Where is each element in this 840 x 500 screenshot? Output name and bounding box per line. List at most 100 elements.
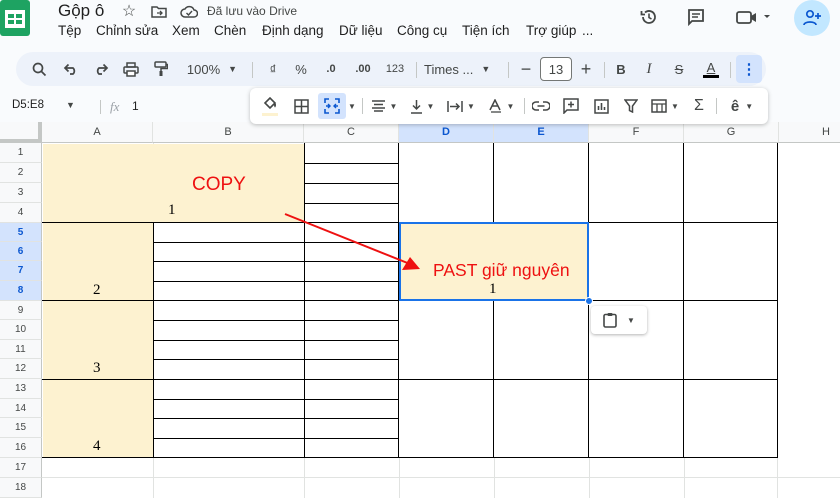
row-header-17[interactable]: 17 [0,458,42,478]
chevron-down-icon: ▼ [228,64,238,74]
undo-icon[interactable] [58,52,84,86]
menu-help[interactable]: Trợ giúp [526,23,576,38]
increase-decimal-button[interactable]: .00 [348,52,378,86]
fill-color-icon[interactable] [256,88,284,124]
chevron-down-icon[interactable]: ▼ [347,88,357,124]
menu-tools[interactable]: Công cụ [397,23,447,38]
row-header-3[interactable]: 3 [0,183,42,203]
borders-icon[interactable] [288,88,314,124]
row-header-13[interactable]: 13 [0,379,42,399]
spreadsheet-grid[interactable]: A B C D E F G H 1 2 3 4 5 6 7 8 9 10 11 … [0,122,840,500]
row-header-1[interactable]: 1 [0,143,42,163]
bold-button[interactable]: B [610,52,632,86]
row-header-6[interactable]: 6 [0,242,42,261]
row-header-8[interactable]: 8 [0,281,42,301]
text-rotation-icon[interactable]: ▼ [484,88,518,124]
formula-input[interactable]: 1 [132,99,139,113]
zoom-select[interactable]: 100% ▼ [180,52,244,86]
column-header-f[interactable]: F [589,122,684,143]
currency-format-button[interactable]: ₫ [262,52,284,86]
row-header-12[interactable]: 12 [0,359,42,379]
text-color-button[interactable]: A [698,52,724,86]
row-header-16[interactable]: 16 [0,438,42,458]
font-select[interactable]: Times ... ▼ [424,52,500,86]
vertical-align-icon[interactable]: ▼ [406,88,438,124]
menu-more[interactable]: ... [582,23,593,38]
cell-border [153,320,399,321]
font-name: Times ... [424,61,474,77]
cloud-saved-icon[interactable] [178,1,200,21]
history-icon[interactable] [636,4,662,30]
column-header-b[interactable]: B [153,122,304,143]
cell-border [153,399,399,400]
input-tools-icon[interactable]: ê ▼ [724,88,760,124]
paint-format-icon[interactable] [148,52,174,86]
menu-data[interactable]: Dữ liệu [339,23,383,38]
increase-font-size-button[interactable]: + [576,52,596,86]
print-icon[interactable] [118,52,144,86]
row-header-9[interactable]: 9 [0,301,42,320]
row-header-10[interactable]: 10 [0,320,42,340]
search-menus-icon[interactable] [26,52,52,86]
filter-views-icon[interactable]: ▼ [648,88,682,124]
sheets-logo-icon[interactable] [0,0,30,36]
row-header-18[interactable]: 18 [0,478,42,498]
redo-icon[interactable] [88,52,114,86]
insert-link-icon[interactable] [528,88,554,124]
insert-comment-icon[interactable] [558,88,584,124]
menu-edit[interactable]: Chỉnh sửa [96,23,158,38]
number-format-button[interactable]: 123 [382,52,408,86]
move-folder-icon[interactable] [148,1,170,21]
row-header-5[interactable]: 5 [0,223,42,242]
divider [362,98,363,114]
star-icon[interactable]: ☆ [118,1,140,21]
cell-border [683,143,684,458]
divider [604,62,605,78]
row-header-2[interactable]: 2 [0,163,42,183]
horizontal-align-icon[interactable]: ▼ [368,88,400,124]
insert-chart-icon[interactable] [588,88,614,124]
chevron-down-icon: ▼ [627,315,635,325]
comments-icon[interactable] [683,4,709,30]
share-add-person-icon[interactable] [794,0,830,36]
decrease-decimal-button[interactable]: .0 [318,52,344,86]
menu-format[interactable]: Định dạng [262,23,324,38]
cell-border [304,183,399,184]
filter-icon[interactable] [618,88,644,124]
strikethrough-button[interactable]: S [668,52,690,86]
row-header-15[interactable]: 15 [0,418,42,438]
row-header-7[interactable]: 7 [0,261,42,281]
column-header-h[interactable]: H [779,122,840,143]
cell-border [153,418,399,419]
italic-button[interactable]: I [638,52,660,86]
doc-title[interactable]: Gộp ô [58,1,104,21]
menu-insert[interactable]: Chèn [214,23,246,38]
text-wrapping-icon[interactable]: ▼ [444,88,478,124]
decrease-font-size-button[interactable]: − [516,52,536,86]
merge-cells-icon[interactable] [318,93,346,119]
row-header-11[interactable]: 11 [0,340,42,359]
font-size-input[interactable]: 13 [540,57,572,81]
cell-border [153,222,154,458]
chevron-down-icon: ▼ [671,101,679,111]
paste-options-button[interactable]: ▼ [591,306,647,334]
row-header-14[interactable]: 14 [0,399,42,418]
select-all-corner[interactable] [0,122,42,143]
menu-extensions[interactable]: Tiện ích [462,23,510,38]
column-header-c[interactable]: C [304,122,399,143]
selection-fill-handle[interactable] [585,297,593,305]
name-box[interactable]: D5:E8 ▼ [12,99,92,111]
percent-format-button[interactable]: % [290,52,312,86]
menu-file[interactable]: Tệp [58,23,81,38]
row-header-4[interactable]: 4 [0,203,42,223]
menu-view[interactable]: Xem [172,23,200,38]
meet-icon[interactable] [732,4,776,30]
functions-icon[interactable]: Σ [688,88,710,124]
column-header-a[interactable]: A [42,122,153,143]
more-options-icon[interactable]: ⋮ [736,55,762,83]
column-header-g[interactable]: G [684,122,779,143]
column-header-e[interactable]: E [494,122,589,143]
column-header-d[interactable]: D [399,122,494,143]
text-color-letter: A [706,59,716,75]
gridline [494,458,495,498]
